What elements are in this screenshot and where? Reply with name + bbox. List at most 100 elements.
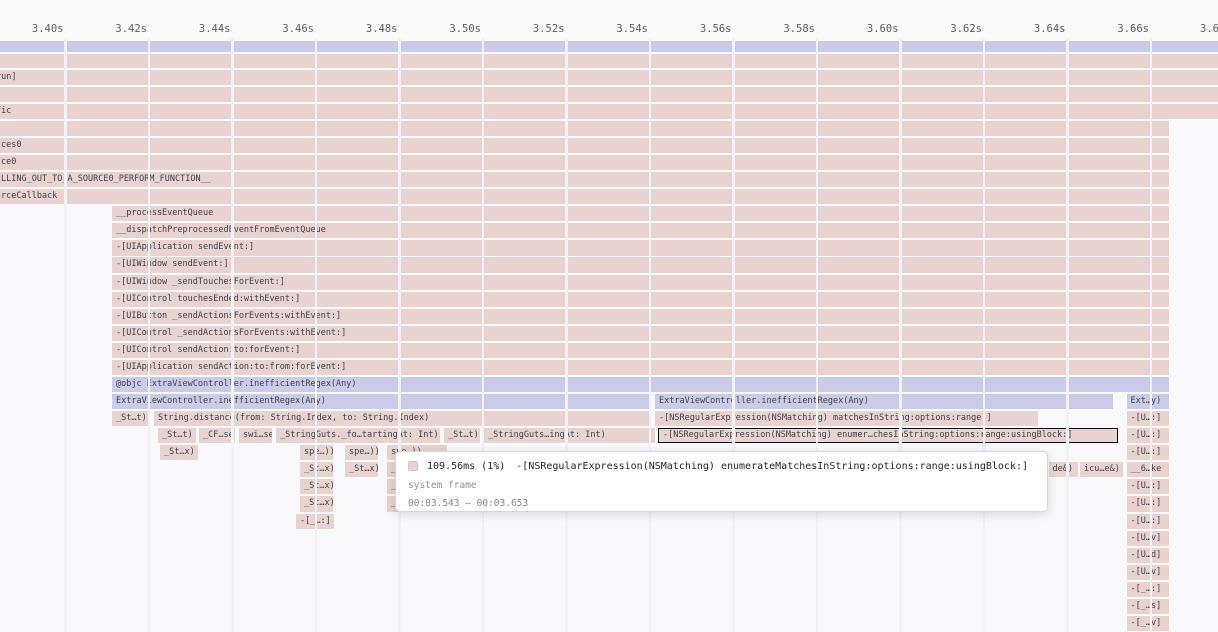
ruler-tick-label: 3.46s [282, 23, 314, 35]
flame-bar[interactable]: -[UIButton _sendActionsForEvents:withEve… [112, 309, 1169, 324]
flame-bar[interactable]: __6…ke [1127, 462, 1170, 477]
flame-bar-label: -[U…:] [1127, 498, 1162, 508]
flame-bar-label: ces0 [0, 140, 21, 150]
flame-bar-label: -[UIWindow sendEvent:] [112, 259, 229, 269]
flame-bar[interactable]: ExtraViewController.inefficientRegex(Any… [112, 394, 651, 409]
flame-bar[interactable]: @objc ExtraViewController.inefficientReg… [112, 377, 1169, 392]
flame-bar-label: -[U…:] [1127, 481, 1162, 491]
flame-bar[interactable]: -[UIControl _sendActionsForEvents:withEv… [112, 326, 1169, 341]
flame-bar-selected[interactable]: -[NSRegularExpression(NSMatching) enumer… [658, 428, 1118, 443]
flame-bar-label: -[NSRegularExpression(NSMatching) matche… [655, 413, 992, 423]
flame-bar[interactable]: spe…)) [345, 445, 378, 460]
flame-bar[interactable]: -[NSRegularExpression(NSMatching) matche… [655, 411, 1038, 426]
flame-bar[interactable] [0, 121, 1169, 136]
flame-bar[interactable]: _CF…se [199, 428, 235, 443]
flame-bar-label: __processEventQueue [112, 208, 213, 218]
gridline [816, 38, 819, 632]
flame-bar-label: de&) [1049, 464, 1073, 474]
gridline [315, 38, 318, 632]
flame-bar[interactable]: _St…t) [158, 428, 196, 443]
flame-bar[interactable]: -[U…v] [1127, 531, 1170, 546]
tooltip-time-range: 00:03.543 — 00:03.653 [408, 498, 1035, 509]
flame-bars-layer: run] fic ces0 ce0 LLING_OUT_TO_A_SOURCE0_PER… [0, 0, 1218, 632]
gridline [398, 38, 401, 632]
flame-bar-label: -[NSRegularExpression(NSMatching) enumer… [659, 430, 1072, 440]
ruler-tick-label: 3.62s [950, 23, 982, 35]
flame-bar-label: fic [0, 106, 11, 116]
flame-bar[interactable]: run] [0, 70, 1218, 85]
flame-bar[interactable]: ces0 [0, 138, 1169, 153]
flame-bar[interactable]: -[U…:] [1127, 514, 1170, 529]
flame-bar[interactable]: -[U…:] [1127, 411, 1170, 426]
flame-bar[interactable]: LLING_OUT_TO_A_SOURCE0_PERFORM_FUNCTION_… [0, 172, 1169, 187]
flame-bar[interactable]: _St…t) [112, 411, 150, 426]
flame-bar[interactable]: _StringGuts._fo…tartingAt: Int) [276, 428, 440, 443]
flame-bar-label: LLING_OUT_TO_A_SOURCE0_PERFORM_FUNCTION_… [0, 174, 211, 184]
timeline-ruler[interactable]: 3.40s3.42s3.44s3.46s3.48s3.50s3.52s3.54s… [0, 0, 1218, 38]
tooltip-duration: 109.56ms [427, 461, 475, 472]
flame-bar-label: -[UIControl touchesEnded:withEvent:] [112, 294, 300, 304]
flame-bar-label: Ext…y) [1127, 396, 1162, 406]
flame-bar-label: -[_…v] [1127, 618, 1162, 628]
flame-bar[interactable]: -[UIControl touchesEnded:withEvent:] [112, 292, 1169, 307]
flame-bar[interactable]: icu…e&) [1080, 462, 1123, 477]
gridline [899, 38, 902, 632]
flame-bar[interactable]: -[U…:] [1127, 445, 1170, 460]
flame-bar-label: -[UIControl sendAction:to:forEvent:] [112, 345, 300, 355]
flame-bar[interactable]: -[_…v] [1127, 616, 1170, 631]
flame-bar-label: -[_…s] [1127, 601, 1162, 611]
flame-bar[interactable]: _StringGuts…ingAt: Int) [484, 428, 655, 443]
flame-bar[interactable]: -[UIControl sendAction:to:forEvent:] [112, 343, 1169, 358]
flame-bar[interactable]: -[U…d] [1127, 548, 1170, 563]
flame-bar[interactable]: __dispatchPreprocessedEventFromEventQueu… [112, 223, 1169, 238]
flame-bar[interactable]: _St…x) [160, 445, 198, 460]
tooltip-percent: (1%) [481, 461, 505, 472]
flame-bar-label: -[U…:] [1127, 430, 1162, 440]
flame-bar[interactable]: rceCallback [0, 189, 1169, 204]
flame-bar[interactable]: _St…t) [444, 428, 480, 443]
flame-bar[interactable]: -[UIWindow _sendTouchesForEvent:] [112, 275, 1169, 290]
flame-bar-label: -[U…v] [1127, 567, 1162, 577]
flame-bar-label: String.distance(from: String.Index, to: … [154, 413, 429, 423]
ruler-tick-label: 3.50s [449, 23, 481, 35]
flame-bar-label: _StringGuts._fo…tartingAt: Int) [276, 430, 439, 440]
ruler-tick-label: 3.56s [700, 23, 732, 35]
flame-bar[interactable] [0, 54, 1218, 68]
ruler-tick-label: 3.44s [199, 23, 231, 35]
ruler-tick-label: 3.48s [366, 23, 398, 35]
flame-bar-label: -[U…:] [1127, 516, 1162, 526]
flame-bar[interactable]: de&) [1049, 462, 1078, 477]
flame-bar[interactable]: -[U…:] [1127, 428, 1170, 443]
flame-bar[interactable]: _St…x) [345, 462, 378, 477]
flame-bar[interactable]: -[_…s] [1127, 599, 1170, 614]
frame-category-swatch [408, 461, 418, 471]
flame-bar-label: _StringGuts…ingAt: Int) [484, 430, 606, 440]
flame-bar[interactable]: -[U…:] [1127, 479, 1170, 494]
flame-bar[interactable]: __processEventQueue [112, 206, 1169, 221]
flame-bar-label: __dispatchPreprocessedEventFromEventQueu… [112, 225, 326, 235]
flame-bar[interactable]: swi…se [239, 428, 272, 443]
flame-bar[interactable] [0, 41, 1218, 53]
ruler-tick-label: 3.54s [616, 23, 648, 35]
ruler-tick-label: 3.66s [1117, 23, 1149, 35]
flame-bar[interactable] [0, 87, 1218, 102]
flame-bar[interactable]: -[UIWindow sendEvent:] [112, 257, 1169, 272]
flame-bar-label: ExtraViewController.inefficientRegex(Any… [655, 396, 869, 406]
flame-bar[interactable]: -[UIApplication sendAction:to:from:forEv… [112, 360, 1169, 375]
gridline [1066, 38, 1069, 632]
flame-bar-label: _CF…se [199, 430, 234, 440]
gridline [64, 38, 67, 632]
flame-bar[interactable]: ExtraViewController.inefficientRegex(Any… [655, 394, 1113, 409]
flame-bar[interactable]: Ext…y) [1127, 394, 1170, 409]
flame-bar[interactable]: -[_…:] [1127, 582, 1170, 597]
flame-bar[interactable]: fic [0, 104, 1218, 119]
flame-bar[interactable]: -[U…v] [1127, 565, 1170, 580]
flame-bar-label: -[U…v] [1127, 533, 1162, 543]
flame-bar[interactable]: -[UIApplication sendEvent:] [112, 240, 1169, 255]
frame-tooltip: 109.56ms (1%) -[NSRegularExpression(NSMa… [395, 451, 1048, 512]
flame-bar[interactable]: ce0 [0, 155, 1169, 170]
flame-bar[interactable]: String.distance(from: String.Index, to: … [154, 411, 651, 426]
flame-chart-view[interactable]: 3.40s3.42s3.44s3.46s3.48s3.50s3.52s3.54s… [0, 0, 1218, 632]
ruler-tick-label: 3.40s [32, 23, 64, 35]
flame-bar[interactable]: -[U…:] [1127, 496, 1170, 511]
